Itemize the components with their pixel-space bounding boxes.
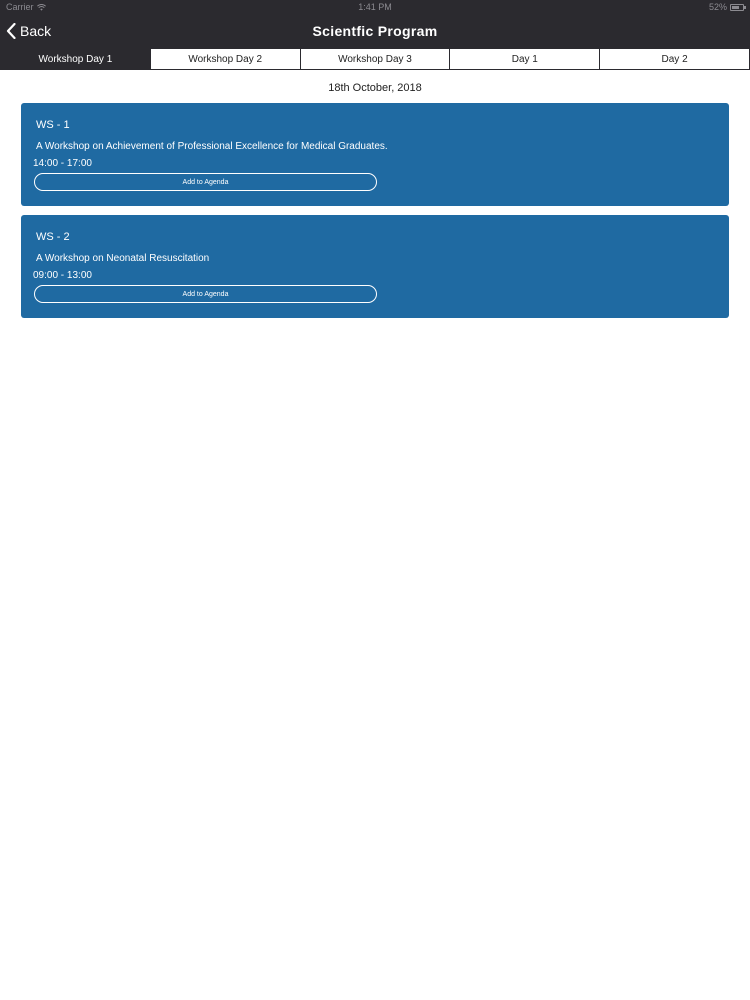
status-time: 1:41 PM: [358, 2, 392, 12]
battery-percent: 52%: [708, 2, 727, 12]
tab-day-2[interactable]: Day 2: [599, 49, 749, 69]
add-to-agenda-button[interactable]: Add to Agenda: [34, 173, 377, 191]
tab-workshop-day-1[interactable]: Workshop Day 1: [1, 49, 150, 69]
session-time: 09:00 - 13:00: [33, 270, 92, 281]
session-card[interactable]: WS - 1 A Workshop on Achievement of Prof…: [21, 103, 729, 206]
tab-day-1[interactable]: Day 1: [449, 49, 599, 69]
day-tabs: Workshop Day 1 Workshop Day 2 Workshop D…: [0, 48, 750, 70]
navigation-bar: Back Scientfic Program: [0, 14, 750, 48]
add-to-agenda-button[interactable]: Add to Agenda: [34, 285, 377, 303]
battery-indicator: 52%: [708, 2, 746, 12]
session-time: 14:00 - 17:00: [33, 158, 92, 169]
session-title: A Workshop on Neonatal Resuscitation: [36, 253, 210, 264]
status-bar: Carrier 1:41 PM 52%: [0, 0, 750, 14]
tab-workshop-day-3[interactable]: Workshop Day 3: [299, 49, 450, 69]
battery-icon: [730, 3, 746, 11]
page-title: Scientfic Program: [312, 23, 438, 39]
tab-workshop-day-2[interactable]: Workshop Day 2: [149, 49, 300, 69]
session-title: A Workshop on Achievement of Professiona…: [36, 141, 388, 152]
session-code: WS - 2: [36, 231, 70, 243]
session-code: WS - 1: [36, 119, 70, 131]
session-card[interactable]: WS - 2 A Workshop on Neonatal Resuscitat…: [21, 215, 729, 318]
date-heading: 18th October, 2018: [328, 82, 422, 94]
